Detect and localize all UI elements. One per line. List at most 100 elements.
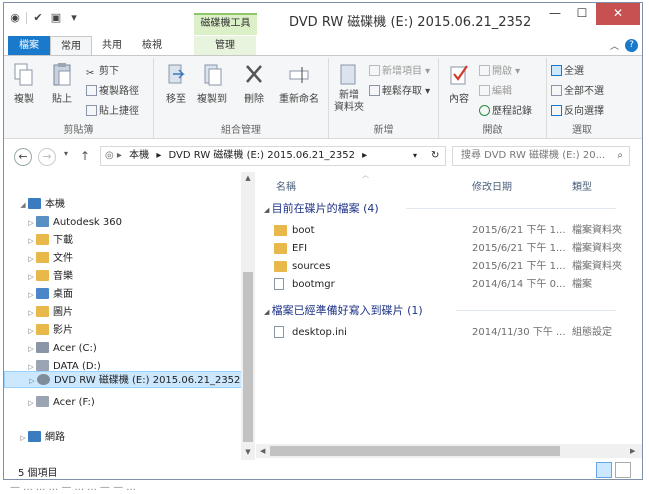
rename-icon — [289, 67, 309, 83]
refresh-icon[interactable]: ↻ — [431, 147, 439, 165]
nav-item[interactable]: ▷ 網路 — [4, 429, 242, 446]
rename-button[interactable]: 重新命名 — [274, 62, 324, 105]
expand-arrow-icon[interactable]: ▷ — [26, 395, 36, 412]
column-header-date[interactable]: 修改日期 — [472, 178, 512, 193]
expand-arrow-icon[interactable]: ▷ — [26, 251, 36, 268]
copy-to-button[interactable]: 複製到 — [194, 62, 230, 105]
tab-home[interactable]: 常用 — [50, 36, 92, 56]
tab-manage[interactable]: 管理 — [194, 36, 256, 56]
nav-item[interactable]: ▷ Acer (C:) — [4, 340, 242, 357]
tab-view[interactable]: 檢視 — [132, 36, 172, 56]
column-header-name[interactable]: 名稱 — [276, 178, 296, 193]
file-pane: 名稱 ︿ 修改日期 類型 ◢ 目前在碟片的檔案 (4) boot 2015/6/21… — [256, 171, 642, 460]
move-to-button[interactable]: 移至 — [158, 62, 194, 105]
paste-shortcut-button[interactable]: 貼上捷徑 — [86, 104, 139, 120]
file-date: 2015/6/21 下午 1... — [472, 243, 566, 254]
paste-button[interactable]: 貼上 — [44, 62, 80, 105]
large-icons-view-button[interactable] — [615, 462, 631, 478]
scroll-left-icon[interactable]: ◀ — [260, 444, 265, 458]
tab-share[interactable]: 共用 — [92, 36, 132, 56]
expand-arrow-icon[interactable]: ▷ — [26, 341, 36, 358]
horizontal-scrollbar[interactable]: ◀ ▶ — [256, 444, 642, 458]
nav-item[interactable]: ▷ 影片 — [4, 322, 242, 339]
expand-arrow-icon[interactable]: ▷ — [27, 373, 37, 390]
nav-item[interactable]: ▷ 下載 — [4, 232, 242, 249]
file-row[interactable]: sources 2015/6/21 下午 1... 檔案資料夾 — [272, 258, 634, 275]
quick-access-toolbar: ◉ ✔ ▣ ▾ — [8, 11, 81, 25]
up-arrow-icon[interactable]: ↑ — [80, 149, 90, 163]
system-menu-icon[interactable]: ◉ — [8, 11, 22, 25]
scroll-right-icon[interactable]: ▶ — [630, 444, 635, 458]
nav-item[interactable]: ▷ DVD RW 磁碟機 (E:) 2015.06.21_2352 — [4, 371, 242, 388]
scroll-up-icon[interactable]: ▲ — [241, 174, 255, 182]
file-row[interactable]: bootmgr 2014/6/14 下午 0... 檔案 — [272, 276, 634, 293]
nav-item[interactable]: ▷ Acer (F:) — [4, 394, 242, 411]
address-dropdown-icon[interactable]: ▾ — [413, 147, 417, 165]
group-header[interactable]: ◢ 目前在碟片的檔案 (4) — [264, 200, 379, 216]
edit-button[interactable]: 編輯 — [479, 84, 512, 100]
nav-item-label: Acer (C:) — [53, 343, 97, 354]
breadcrumb-dvd-drive[interactable]: DVD RW 磁碟機 (E:) 2015.06.21_2352 — [169, 147, 355, 165]
breadcrumb-this-pc[interactable]: 本機 — [129, 147, 149, 165]
collapse-ribbon-icon[interactable]: ︿ — [610, 39, 619, 52]
expand-arrow-icon[interactable]: ▷ — [26, 287, 36, 304]
expand-arrow-icon[interactable]: ▷ — [26, 215, 36, 232]
copy-button[interactable]: 複製 — [6, 62, 42, 105]
back-button[interactable]: ← — [14, 148, 32, 166]
column-header-type[interactable]: 類型 — [572, 178, 592, 193]
open-button[interactable]: 開啟 ▾ — [479, 64, 520, 80]
nav-scroll-thumb[interactable] — [243, 272, 253, 442]
forward-button[interactable]: → — [38, 148, 56, 166]
minimize-button[interactable]: — — [542, 3, 568, 25]
nav-item[interactable]: ▷ Autodesk 360 — [4, 214, 242, 231]
recent-locations-icon[interactable]: ▾ — [64, 149, 68, 158]
details-view-button[interactable] — [596, 462, 612, 478]
cut-label: 剪下 — [99, 66, 119, 77]
copy-path-button[interactable]: 複製路徑 — [86, 84, 139, 100]
cut-button[interactable]: ✂ 剪下 — [86, 64, 119, 80]
paste-label: 貼上 — [52, 94, 72, 105]
expand-arrow-icon[interactable]: ▷ — [26, 305, 36, 322]
expand-arrow-icon[interactable]: ▷ — [18, 430, 28, 447]
collapse-arrow-icon[interactable]: ◢ — [18, 197, 28, 214]
collapse-arrow-icon[interactable]: ◢ — [264, 308, 272, 316]
properties-button[interactable]: 內容 — [441, 62, 477, 105]
new-item-button[interactable]: 新增項目 ▾ — [369, 64, 430, 80]
nav-item[interactable]: ▷ 文件 — [4, 250, 242, 267]
nav-item[interactable]: ▷ 音樂 — [4, 268, 242, 285]
file-row[interactable]: boot 2015/6/21 下午 1... 檔案資料夾 — [272, 222, 634, 239]
select-all-button[interactable]: 全選 — [551, 64, 584, 80]
help-icon[interactable]: ? — [625, 39, 638, 52]
file-date: 2014/11/30 下午 ... — [472, 327, 566, 338]
new-folder-icon[interactable]: ▣ — [49, 11, 63, 25]
horizontal-scroll-thumb[interactable] — [270, 446, 560, 456]
search-input[interactable]: 搜尋 DVD RW 磁碟機 (E:) 20... ⌕ — [452, 146, 630, 166]
address-bar[interactable]: ◎ ▸ 本機 ▸ DVD RW 磁碟機 (E:) 2015.06.21_2352… — [100, 146, 446, 166]
new-folder-button[interactable]: 新增 資料夾 — [331, 62, 367, 114]
nav-item[interactable]: ▷ 圖片 — [4, 304, 242, 321]
properties-icon[interactable]: ✔ — [31, 11, 45, 25]
maximize-button[interactable]: ☐ — [569, 3, 595, 25]
expand-arrow-icon[interactable]: ▷ — [26, 269, 36, 286]
invert-selection-icon — [551, 105, 562, 116]
file-row[interactable]: desktop.ini 2014/11/30 下午 ... 組態設定 — [272, 324, 634, 341]
tab-file[interactable]: 檔案 — [8, 36, 50, 56]
expand-arrow-icon[interactable]: ▷ — [26, 233, 36, 250]
nav-item[interactable]: ▷ 桌面 — [4, 286, 242, 303]
delete-button[interactable]: 刪除 — [236, 62, 272, 105]
collapse-arrow-icon[interactable]: ◢ — [264, 206, 272, 214]
select-all-icon — [551, 65, 562, 76]
nav-scrollbar[interactable]: ▲ ▼ — [241, 172, 255, 460]
group-header[interactable]: ◢ 檔案已經準備好寫入到碟片 (1) — [264, 302, 423, 318]
history-button[interactable]: 歷程記錄 — [479, 104, 532, 120]
file-row[interactable]: EFI 2015/6/21 下午 1... 檔案資料夾 — [272, 240, 634, 257]
expand-arrow-icon[interactable]: ▷ — [26, 323, 36, 340]
nav-item[interactable]: ◢ 本機 — [4, 196, 242, 213]
select-none-button[interactable]: 全部不選 — [551, 84, 604, 100]
invert-selection-button[interactable]: 反向選擇 — [551, 104, 604, 120]
customize-qat-icon[interactable]: ▾ — [67, 11, 81, 25]
close-button[interactable]: ✕ — [596, 3, 640, 25]
easy-access-button[interactable]: 輕鬆存取 ▾ — [369, 84, 430, 100]
settings-file-icon — [274, 326, 284, 338]
scroll-down-icon[interactable]: ▼ — [241, 448, 255, 456]
